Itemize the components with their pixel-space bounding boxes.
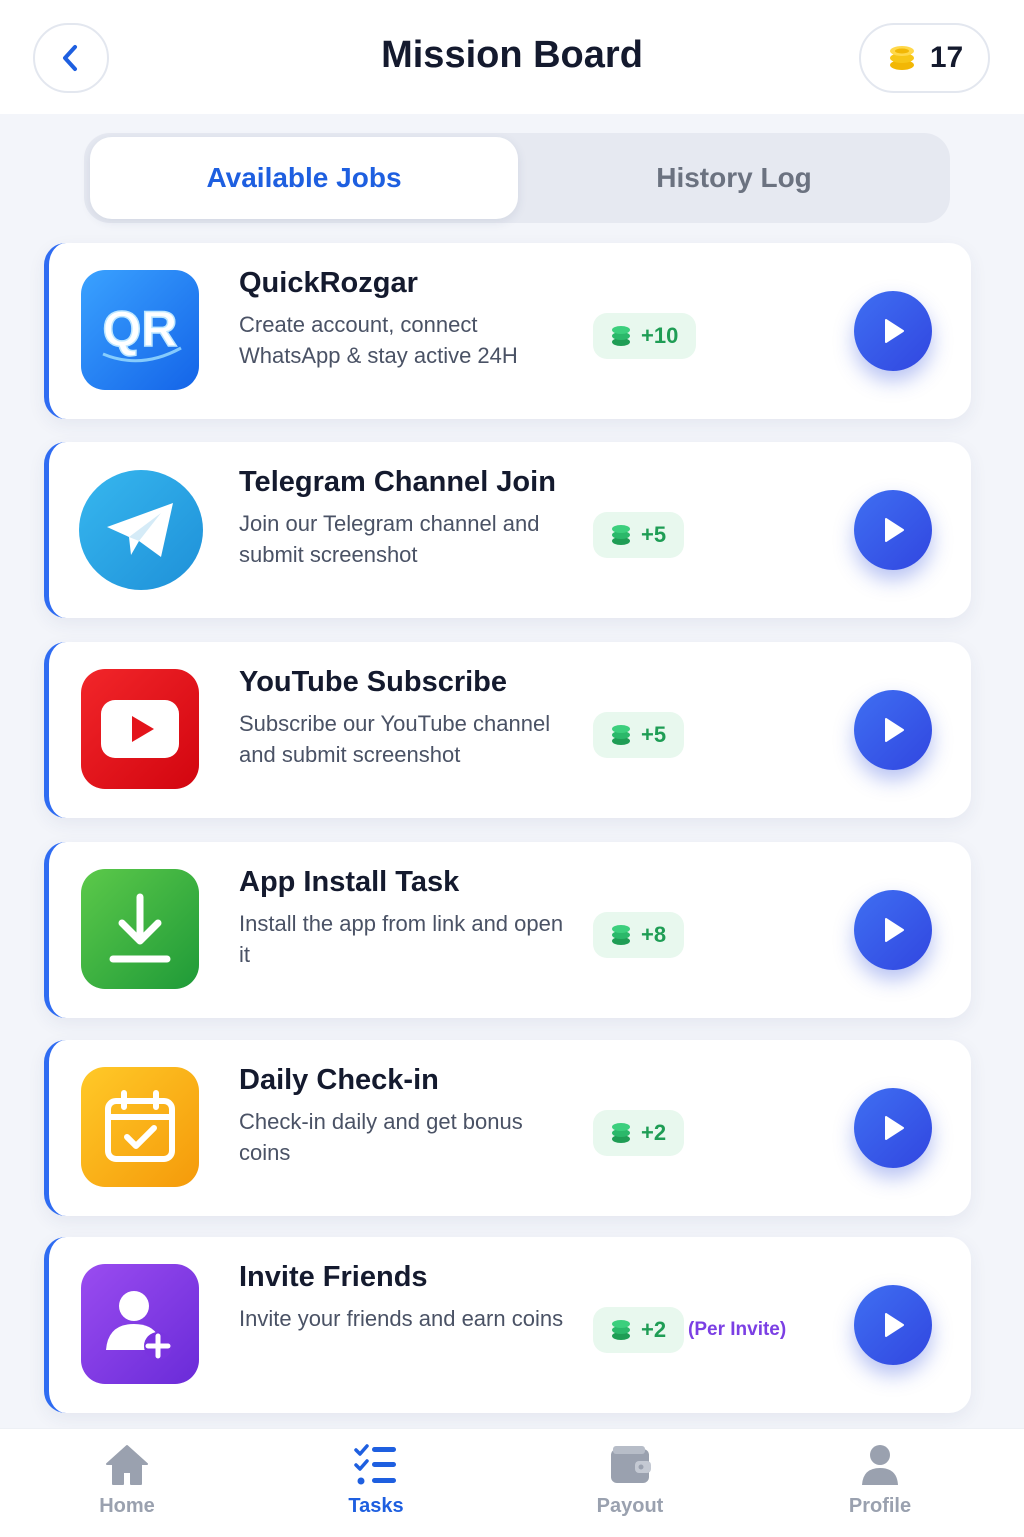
start-job-button[interactable] <box>854 291 932 371</box>
reward-badge: +10 <box>593 313 697 359</box>
bottom-nav: Home Tasks Payout Profile <box>0 1428 1024 1537</box>
header: Mission Board 17 <box>0 0 1024 114</box>
play-icon <box>885 1116 904 1140</box>
reward-badge: +8 <box>593 912 685 958</box>
start-job-button[interactable] <box>854 890 932 970</box>
play-icon <box>885 518 904 542</box>
play-icon <box>885 319 904 343</box>
reward-value: +5 <box>641 522 667 547</box>
job-description: Subscribe our YouTube channel and submit… <box>239 711 551 767</box>
job-description: Invite your friends and earn coins <box>239 1306 564 1331</box>
home-icon <box>106 1445 148 1485</box>
tab-switcher: Available Jobs History Log <box>84 133 950 223</box>
nav-item-payout[interactable]: Payout <box>550 1443 710 1518</box>
job-title: Daily Check-in <box>239 1064 439 1096</box>
nav-item-profile[interactable]: Profile <box>800 1443 960 1518</box>
coins-icon <box>612 525 630 545</box>
tab-available-jobs[interactable]: Available Jobs <box>90 137 518 219</box>
reward-value: +2 <box>641 1317 667 1342</box>
quickrozgar-logo: QR <box>81 270 199 390</box>
youtube-icon <box>81 669 199 789</box>
coin-balance[interactable]: 17 <box>859 23 990 93</box>
play-icon <box>885 718 904 742</box>
tab-history-log[interactable]: History Log <box>520 137 948 219</box>
nav-item-tasks[interactable]: Tasks <box>296 1443 456 1518</box>
job-title: YouTube Subscribe <box>239 666 508 698</box>
reward-value: +2 <box>641 1120 667 1145</box>
coins-icon <box>612 1320 630 1340</box>
nav-item-home[interactable]: Home <box>47 1443 207 1518</box>
coins-icon <box>612 725 630 745</box>
reward-value: +8 <box>641 922 667 947</box>
nav-label: Payout <box>596 1495 664 1517</box>
job-description: Create account, connect WhatsApp & stay … <box>239 312 518 368</box>
play-icon <box>885 1313 904 1337</box>
job-title: Telegram Channel Join <box>239 466 556 498</box>
start-job-button[interactable] <box>854 1285 932 1365</box>
quickrozgar-logo-text: QR <box>103 301 178 357</box>
download-icon <box>81 869 199 989</box>
job-card-invite-friends[interactable]: Invite Friends Invite your friends and e… <box>44 1237 971 1413</box>
profile-icon <box>862 1445 898 1485</box>
job-title: App Install Task <box>239 866 460 898</box>
job-description: Check-in daily and get bonus coins <box>239 1109 523 1165</box>
start-job-button[interactable] <box>854 1088 932 1168</box>
reward-value: +5 <box>641 722 667 747</box>
job-card-daily-checkin[interactable]: Daily Check-in Check-in daily and get bo… <box>44 1040 971 1216</box>
coin-count: 17 <box>929 41 964 74</box>
add-user-icon <box>81 1264 199 1384</box>
reward-value: +10 <box>641 323 679 348</box>
job-card-app-install[interactable]: App Install Task Install the app from li… <box>44 842 971 1018</box>
nav-label: Home <box>99 1495 155 1517</box>
nav-label: Tasks <box>348 1495 404 1517</box>
coins-icon <box>612 925 630 945</box>
start-job-button[interactable] <box>854 490 932 570</box>
start-job-button[interactable] <box>854 690 932 770</box>
job-card-youtube[interactable]: YouTube Subscribe Subscribe our YouTube … <box>44 642 971 818</box>
job-description: Install the app from link and open it <box>239 911 564 967</box>
calendar-check-icon <box>81 1067 199 1187</box>
reward-badge: +2 <box>593 1110 685 1156</box>
job-card-quickrozgar[interactable]: QR QuickRozgar Create account, connect W… <box>44 243 971 419</box>
job-description: Join our Telegram channel and submit scr… <box>239 511 540 567</box>
reward-note: (Per Invite) <box>688 1319 787 1340</box>
nav-label: Profile <box>848 1495 912 1517</box>
reward-badge: +5 <box>593 512 685 558</box>
coins-icon <box>612 326 630 346</box>
reward-badge: +5 <box>593 712 685 758</box>
job-card-telegram[interactable]: Telegram Channel Join Join our Telegram … <box>44 442 971 618</box>
play-icon <box>885 918 904 942</box>
job-title: Invite Friends <box>239 1261 428 1293</box>
tasks-icon <box>354 1444 396 1485</box>
wallet-icon <box>611 1446 651 1483</box>
coins-icon <box>889 46 914 70</box>
telegram-icon <box>79 470 203 590</box>
reward-badge: +2 <box>593 1307 685 1353</box>
job-title: QuickRozgar <box>239 267 418 299</box>
coins-icon <box>612 1123 630 1143</box>
